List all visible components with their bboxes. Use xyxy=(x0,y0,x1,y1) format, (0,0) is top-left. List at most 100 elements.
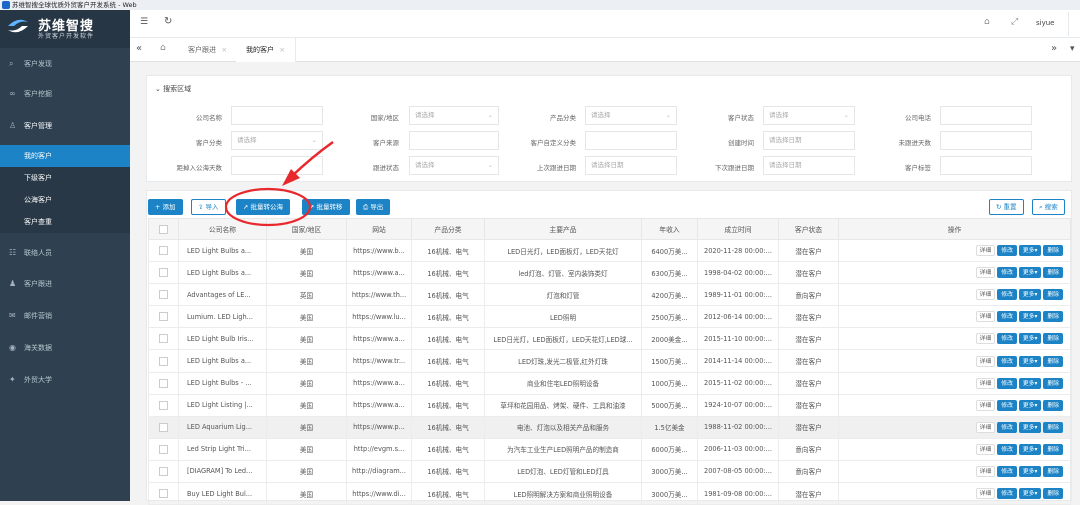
table-row[interactable]: LED Light Bulbs a... 美国 https://www.tr... 1… xyxy=(148,349,1071,373)
search-field-input[interactable] xyxy=(585,131,677,150)
tabs-menu-icon[interactable]: ▾ xyxy=(1070,44,1075,54)
sidebar-subitem-public-pool[interactable]: 公海客户 xyxy=(0,189,130,211)
delete-button[interactable]: 删除 xyxy=(1043,355,1063,367)
batch-transfer-button[interactable]: ➚ 批量转移 xyxy=(302,199,350,215)
row-checkbox[interactable] xyxy=(148,238,179,263)
tag-icon[interactable]: ⌂ xyxy=(984,17,990,27)
search-field-input[interactable] xyxy=(940,106,1032,125)
edit-button[interactable]: 修改 xyxy=(997,443,1017,455)
table-row[interactable]: LED Light Bulb Iris... 美国 https://www.a...… xyxy=(148,327,1071,351)
row-checkbox[interactable] xyxy=(148,305,179,329)
home-icon[interactable]: ⌂ xyxy=(160,43,166,53)
detail-button[interactable]: 详细 xyxy=(975,399,996,411)
sidebar-item-followup[interactable]: ♟ 客户跟进 xyxy=(0,273,130,295)
search-field-input[interactable] xyxy=(231,156,323,175)
search-field-input[interactable]: 请选择日期 xyxy=(763,131,855,150)
detail-button[interactable]: 详细 xyxy=(975,465,996,477)
batch-to-public-pool-button[interactable]: ➚ 批量转公海 xyxy=(236,199,291,215)
column-header[interactable]: 主要产品 xyxy=(484,218,642,240)
table-row[interactable]: [DIAGRAM] To Led... 美国 http://diagram... 16… xyxy=(148,459,1071,484)
delete-button[interactable]: 删除 xyxy=(1043,443,1063,455)
detail-button[interactable]: 详细 xyxy=(975,377,996,389)
edit-button[interactable]: 修改 xyxy=(997,289,1017,301)
tab-close-icon[interactable]: × xyxy=(279,46,285,54)
search-field-input[interactable] xyxy=(940,156,1032,175)
refresh-icon[interactable]: ↻ xyxy=(164,16,172,27)
sidebar-item-trade-university[interactable]: ✦ 外贸大学 xyxy=(0,369,130,391)
tab-customer-followup[interactable]: 客户跟进 × xyxy=(178,38,239,62)
column-header[interactable]: 年收入 xyxy=(641,218,698,240)
search-field-input[interactable]: 请选择 ⌄ xyxy=(231,131,323,150)
delete-button[interactable]: 删除 xyxy=(1043,465,1063,477)
edit-button[interactable]: 修改 xyxy=(997,311,1017,323)
delete-button[interactable]: 删除 xyxy=(1043,488,1063,500)
detail-button[interactable]: 详细 xyxy=(975,267,996,279)
more-button[interactable]: 更多▾ xyxy=(1018,399,1042,411)
search-field-input[interactable]: 请选择 ⌄ xyxy=(763,106,855,125)
detail-button[interactable]: 详细 xyxy=(975,355,996,367)
delete-button[interactable]: 删除 xyxy=(1043,245,1063,257)
more-button[interactable]: 更多▾ xyxy=(1018,465,1042,477)
column-header[interactable]: 客户状态 xyxy=(778,218,839,240)
table-row[interactable]: Led Strip Light Tri... 美国 http://evgm.s...… xyxy=(148,437,1071,461)
delete-button[interactable]: 删除 xyxy=(1043,399,1063,411)
edit-button[interactable]: 修改 xyxy=(997,465,1017,477)
delete-button[interactable]: 删除 xyxy=(1043,333,1063,345)
more-button[interactable]: 更多▾ xyxy=(1018,333,1042,345)
more-button[interactable]: 更多▾ xyxy=(1018,377,1042,389)
search-field-input[interactable] xyxy=(409,131,499,150)
user-name[interactable]: siyue xyxy=(1036,19,1054,27)
search-field-input[interactable]: 请选择日期 xyxy=(763,156,855,175)
row-checkbox[interactable] xyxy=(148,283,179,307)
row-checkbox[interactable] xyxy=(148,459,179,484)
menu-toggle-icon[interactable]: ☰ xyxy=(140,17,148,27)
sidebar-item-customer-management[interactable]: ♙ 客户管理 xyxy=(0,115,130,137)
search-button[interactable]: ⌕ 搜索 xyxy=(1032,199,1065,215)
row-checkbox[interactable] xyxy=(148,393,179,417)
sidebar-subitem-dedupe[interactable]: 客户查重 xyxy=(0,211,130,233)
edit-button[interactable]: 修改 xyxy=(997,377,1017,389)
select-all-checkbox[interactable] xyxy=(148,218,179,240)
search-field-input[interactable]: 请选择 ⌄ xyxy=(409,156,499,175)
sidebar-item-customs-data[interactable]: ◉ 海关数据 xyxy=(0,337,130,359)
sidebar-subitem-sub-customers[interactable]: 下级客户 xyxy=(0,167,130,189)
row-checkbox[interactable] xyxy=(148,437,179,461)
column-header[interactable]: 产品分类 xyxy=(411,218,485,240)
column-header[interactable]: 国家/地区 xyxy=(266,218,347,240)
table-row[interactable]: LED Light Bulbs - ... 美国 https://www.a... 1… xyxy=(148,371,1071,395)
table-row[interactable]: LED Aquarium Lig... 美国 https://www.p... 16机… xyxy=(148,415,1071,439)
delete-button[interactable]: 删除 xyxy=(1043,311,1063,323)
more-button[interactable]: 更多▾ xyxy=(1018,267,1042,279)
tab-my-customers[interactable]: 我的客户 × xyxy=(236,38,297,62)
search-field-input[interactable]: 请选择日期 xyxy=(585,156,677,175)
more-button[interactable]: 更多▾ xyxy=(1018,311,1042,323)
row-checkbox[interactable] xyxy=(148,371,179,395)
row-checkbox[interactable] xyxy=(148,327,179,351)
delete-button[interactable]: 删除 xyxy=(1043,421,1063,433)
edit-button[interactable]: 修改 xyxy=(997,333,1017,345)
tab-close-icon[interactable]: × xyxy=(221,46,227,54)
search-field-input[interactable] xyxy=(231,106,323,125)
column-header[interactable]: 网站 xyxy=(346,218,412,240)
sidebar-item-email-marketing[interactable]: ✉ 邮件营销 xyxy=(0,305,130,327)
detail-button[interactable]: 详细 xyxy=(975,488,996,500)
edit-button[interactable]: 修改 xyxy=(997,488,1017,500)
edit-button[interactable]: 修改 xyxy=(997,399,1017,411)
more-button[interactable]: 更多▾ xyxy=(1018,245,1042,257)
detail-button[interactable]: 详细 xyxy=(975,443,996,455)
sidebar-item-customer-discovery[interactable]: ⌕ 客户发现 xyxy=(0,53,130,75)
sidebar-subitem-my-customers[interactable]: 我的客户 xyxy=(0,145,130,167)
sidebar-item-customer-mining[interactable]: ∞ 客户挖掘 xyxy=(0,83,130,105)
column-header[interactable]: 成立时间 xyxy=(697,218,779,240)
more-button[interactable]: 更多▾ xyxy=(1018,289,1042,301)
search-field-input[interactable]: 请选择 ⌄ xyxy=(409,106,499,125)
search-field-input[interactable] xyxy=(940,131,1032,150)
sidebar-item-contacts[interactable]: ☷ 联络人员 xyxy=(0,242,130,264)
table-row[interactable]: Lumium. LED Ligh... 美国 https://www.lu... 16… xyxy=(148,305,1071,329)
edit-button[interactable]: 修改 xyxy=(997,245,1017,257)
tabs-scroll-right-icon[interactable]: » xyxy=(1051,43,1057,54)
detail-button[interactable]: 详细 xyxy=(975,245,996,257)
table-row[interactable]: LED Light Bulbs a... 美国 https://www.b... 16… xyxy=(148,238,1071,263)
table-row[interactable]: LED Light Bulbs a... 美国 https://www.a... 16… xyxy=(148,261,1071,285)
add-button[interactable]: + 添加 xyxy=(148,199,183,215)
